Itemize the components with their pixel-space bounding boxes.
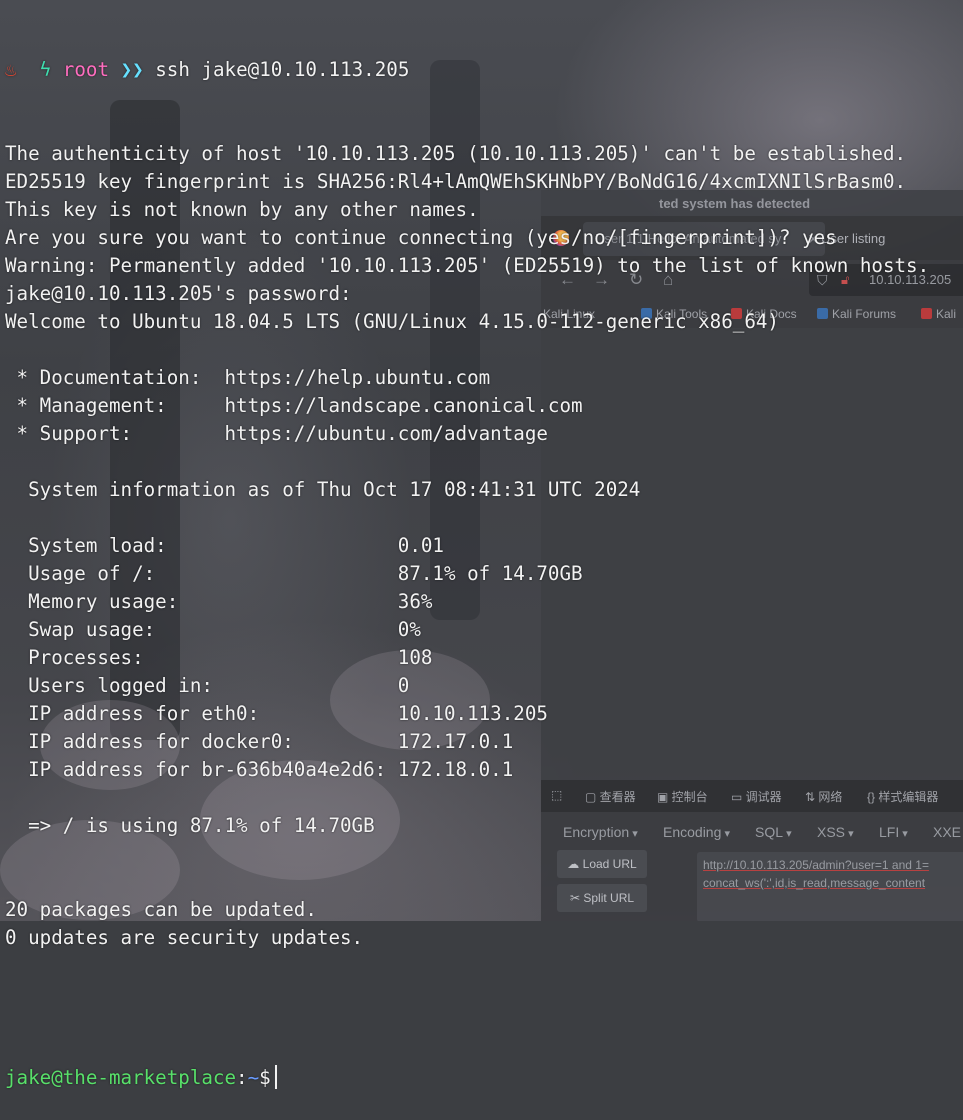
terminal-output-line: ED25519 key fingerprint is SHA256:Rl4+lA… xyxy=(5,170,907,193)
terminal-output-line: Swap usage: 0% xyxy=(5,618,421,641)
terminal-output-line: IP address for br-636b40a4e2d6: 172.18.0… xyxy=(5,758,514,781)
terminal-output-line: Warning: Permanently added '10.10.113.20… xyxy=(5,254,930,277)
terminal-output-line: This key is not known by any other names… xyxy=(5,198,479,221)
text-cursor xyxy=(274,1065,277,1089)
terminal-output-line: jake@10.10.113.205's password: xyxy=(5,282,352,305)
terminal-output-line: Processes: 108 xyxy=(5,646,433,669)
terminal-output-line: Memory usage: 36% xyxy=(5,590,433,613)
terminal-output-line: The authenticity of host '10.10.113.205 … xyxy=(5,142,907,165)
prompt-user: root xyxy=(62,58,110,81)
terminal-window[interactable]: ♨ ϟ root ❯❯ ssh jake@10.10.113.205 The a… xyxy=(5,0,963,1089)
typed-command: ssh jake@10.10.113.205 xyxy=(155,58,410,81)
terminal-output-line: System information as of Thu Oct 17 08:4… xyxy=(5,478,641,501)
lightning-icon: ϟ xyxy=(39,58,52,81)
prompt-path: ~ xyxy=(247,1066,260,1089)
prompt-chevron-icon: ❯❯ xyxy=(120,58,144,81)
terminal-output-line: Users logged in: 0 xyxy=(5,674,410,697)
terminal-output-line: * Documentation: https://help.ubuntu.com xyxy=(5,366,491,389)
terminal-output-line: Are you sure you want to continue connec… xyxy=(5,226,837,249)
kali-dragon-icon: ♨ xyxy=(5,58,17,81)
prompt-user-host: jake@the-marketplace xyxy=(5,1066,237,1089)
terminal-output-line: Usage of /: 87.1% of 14.70GB xyxy=(5,562,583,585)
terminal-output: The authenticity of host '10.10.113.205 … xyxy=(5,140,963,1008)
prompt-symbol: $ xyxy=(259,1066,271,1089)
terminal-output-line: IP address for eth0: 10.10.113.205 xyxy=(5,702,548,725)
terminal-output-line: System load: 0.01 xyxy=(5,534,444,557)
terminal-output-line: * Support: https://ubuntu.com/advantage xyxy=(5,422,548,445)
terminal-command-line: ♨ ϟ root ❯❯ ssh jake@10.10.113.205 xyxy=(5,56,963,84)
terminal-output-line: Welcome to Ubuntu 18.04.5 LTS (GNU/Linux… xyxy=(5,310,779,333)
terminal-output-line: => / is using 87.1% of 14.70GB xyxy=(5,814,375,837)
terminal-prompt[interactable]: jake@the-marketplace:~$ xyxy=(5,1064,963,1092)
terminal-output-line: IP address for docker0: 172.17.0.1 xyxy=(5,730,514,753)
terminal-output-line: 0 updates are security updates. xyxy=(5,926,364,949)
terminal-output-line: * Management: https://landscape.canonica… xyxy=(5,394,583,417)
terminal-output-line: 20 packages can be updated. xyxy=(5,898,317,921)
